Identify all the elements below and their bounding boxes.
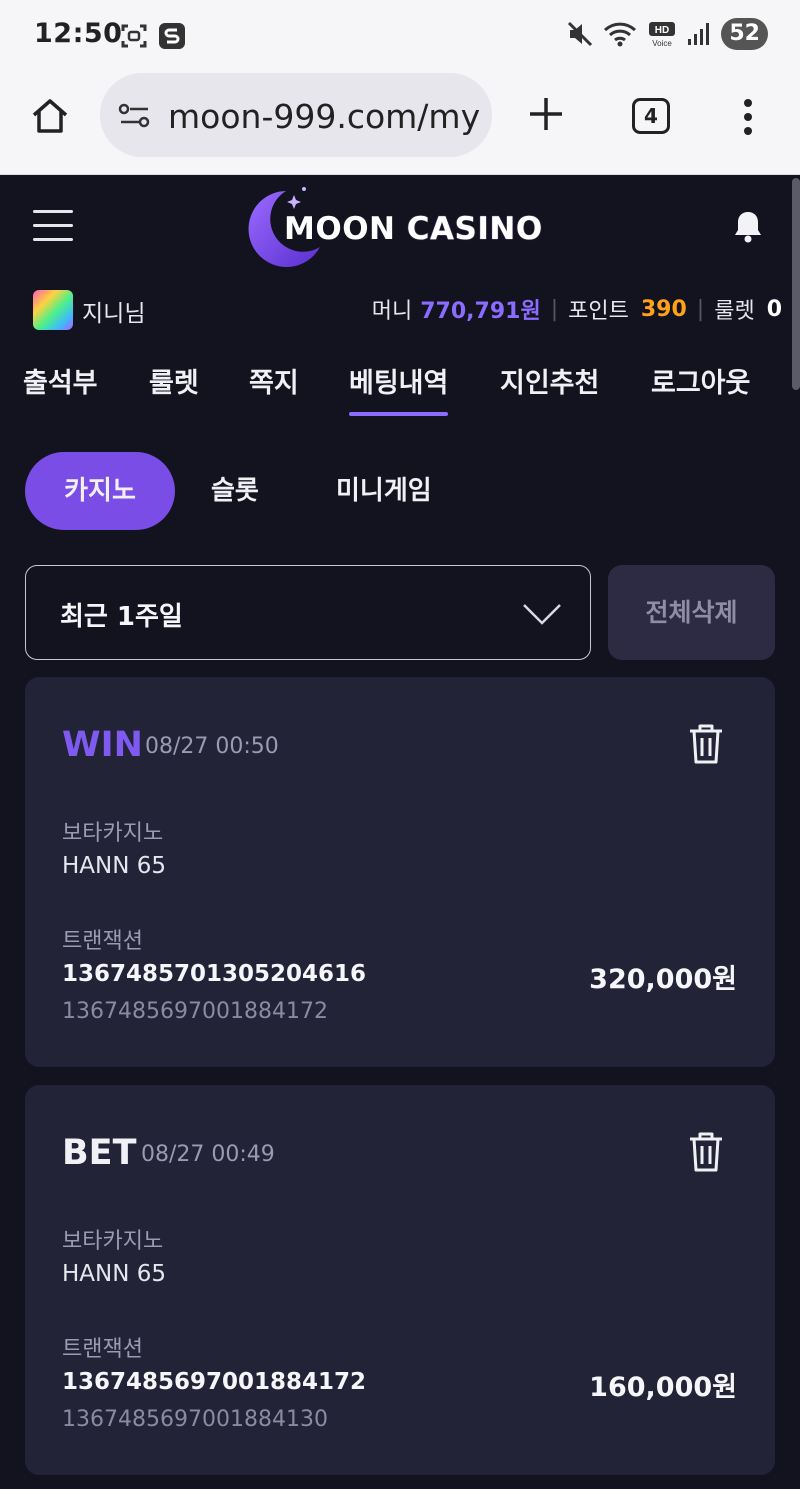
bet-status: WIN (62, 725, 143, 765)
tab-messages[interactable]: 쪽지 (249, 361, 299, 400)
mypage-nav-tabs: 출석부 룰렛 쪽지 베팅내역 지인추천 로그아웃 (0, 355, 800, 419)
battery-indicator: 52 (721, 18, 768, 50)
bet-date: 08/27 00:49 (141, 1142, 275, 1167)
svg-text:Voice: Voice (653, 39, 673, 48)
transaction-ref-id: 1367485697001884172 (62, 999, 328, 1024)
site-settings-icon[interactable] (118, 103, 152, 129)
transaction-id: 1367485697001884172 (62, 1369, 367, 1395)
status-bar: 12:50 HD Voice 52 (0, 0, 800, 70)
bet-history-card: WIN 08/27 00:50 보타카지노 HANN 65 트랜잭션 13674… (25, 677, 775, 1067)
balance-summary: 머니 770,791원 | 포인트 390 | 룰렛 0 (372, 293, 782, 325)
bet-amount: 320,000원 (589, 964, 737, 995)
tab-switcher-button[interactable]: 4 (632, 98, 670, 134)
tab-logout[interactable]: 로그아웃 (651, 361, 750, 400)
logo-text-casino: CASINO (406, 211, 543, 247)
username[interactable]: 지니님 (82, 294, 145, 328)
divider: | (696, 296, 705, 322)
screenshot-icon (121, 24, 147, 48)
wifi-icon (604, 22, 637, 47)
bet-game: HANN 65 (62, 1261, 167, 1287)
filter-minigame[interactable]: 미니게임 (336, 452, 432, 530)
user-info-row: 지니님 머니 770,791원 | 포인트 390 | 룰렛 0 (0, 285, 800, 335)
money-label: 머니 (371, 299, 413, 324)
address-bar[interactable]: moon-999.com/my (100, 73, 492, 157)
svg-text:HD: HD (655, 25, 669, 36)
bet-amount: 160,000원 (589, 1372, 737, 1403)
site-logo[interactable]: MOON CASINO (244, 185, 564, 269)
filter-slot[interactable]: 슬롯 (211, 452, 259, 530)
money-value: 770,791원 (420, 299, 541, 324)
delete-all-button[interactable]: 전체삭제 (608, 565, 775, 660)
hamburger-menu-icon[interactable] (33, 210, 73, 242)
bet-status: BET (62, 1133, 137, 1173)
more-menu-icon[interactable] (738, 98, 758, 138)
chevron-down-icon (523, 604, 561, 625)
bet-provider: 보타카지노 (62, 821, 164, 846)
transaction-label: 트랜잭션 (62, 1337, 143, 1362)
trash-icon[interactable] (687, 723, 725, 765)
tab-roulette[interactable]: 룰렛 (149, 361, 199, 400)
roulette-label: 룰렛 (714, 299, 755, 324)
hd-voice-icon: HD Voice (649, 22, 676, 48)
transaction-ref-id: 1367485697001884130 (62, 1407, 328, 1432)
tab-betting-history[interactable]: 베팅내역 (349, 361, 449, 416)
transaction-label: 트랜잭션 (62, 929, 143, 954)
signal-icon (688, 23, 710, 45)
url-text[interactable]: moon-999.com/my (168, 97, 480, 136)
mute-icon (568, 21, 593, 47)
transaction-id: 1367485701305204616 (62, 961, 367, 987)
bet-game: HANN 65 (62, 853, 167, 879)
trash-icon[interactable] (687, 1131, 725, 1173)
browser-toolbar: moon-999.com/my 4 (0, 70, 800, 175)
home-icon[interactable] (30, 96, 70, 136)
new-tab-icon[interactable] (528, 96, 564, 132)
avatar[interactable] (33, 290, 73, 330)
roulette-value: 0 (766, 296, 782, 322)
divider: | (550, 296, 559, 322)
s-app-icon (159, 23, 185, 49)
status-time: 12:50 (34, 18, 123, 49)
period-selected-value: 최근 1주일 (60, 602, 183, 632)
bet-provider: 보타카지노 (62, 1229, 164, 1254)
filter-casino[interactable]: 카지노 (25, 452, 175, 530)
bet-history-card: BET 08/27 00:49 보타카지노 HANN 65 트랜잭션 13674… (25, 1085, 775, 1475)
notification-bell-icon[interactable] (732, 209, 764, 243)
tab-referral[interactable]: 지인추천 (500, 361, 599, 400)
bet-date: 08/27 00:50 (145, 734, 279, 759)
site-header: MOON CASINO (0, 175, 800, 275)
point-value: 390 (640, 296, 687, 322)
period-select[interactable]: 최근 1주일 (25, 565, 591, 660)
tab-attendance[interactable]: 출석부 (23, 361, 98, 400)
point-label: 포인트 (568, 299, 629, 324)
logo-text-moon: MOON (284, 211, 396, 247)
